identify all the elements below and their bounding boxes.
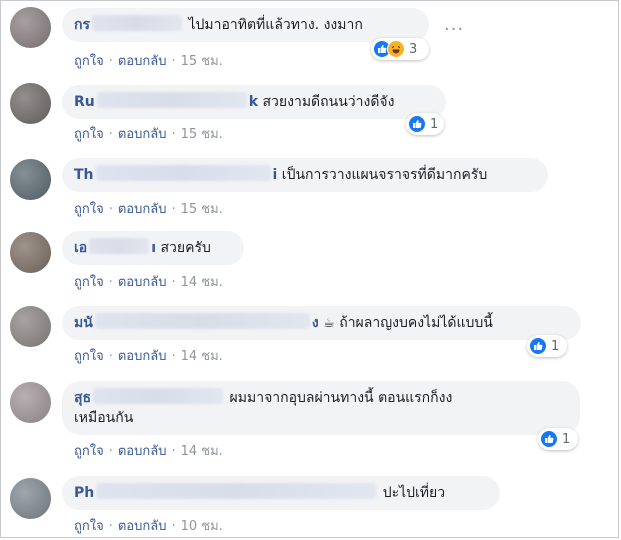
comment-text-line-2: เหมือนกัน — [74, 410, 134, 426]
redacted-name — [93, 388, 224, 404]
like-button[interactable]: ถูกใจ — [74, 127, 104, 142]
thumbs-up-icon — [529, 337, 547, 355]
avatar[interactable] — [10, 83, 51, 124]
redacted-name — [94, 313, 310, 329]
redacted-name — [96, 92, 247, 108]
reply-button[interactable]: ตอบกลับ — [118, 349, 167, 364]
comment-text: ไปมาอาทิตที่แล้วทาง. งงมาก — [188, 17, 363, 33]
timestamp[interactable]: 10 ชม. — [181, 519, 223, 534]
timestamp[interactable]: 15 ชม. — [181, 54, 223, 69]
comment-bubble: Ru k สวยงามดีถนนว่างดีจัง — [62, 85, 446, 119]
comment-actions: ถูกใจ · ตอบกลับ · 14 ชม. — [74, 349, 223, 364]
commenter-name[interactable]: มนั — [74, 315, 93, 331]
reaction-count: 3 — [409, 41, 418, 57]
comment-text: ถ้าผลาญงบคงไม่ได้แบบนี้ — [339, 315, 493, 331]
comment-actions: ถูกใจ · ตอบกลับ · 15 ชม. — [74, 54, 223, 69]
reaction-summary[interactable]: 1 — [406, 113, 444, 135]
comment-bubble: กร ไปมาอาทิตที่แล้วทาง. งงมาก — [62, 8, 429, 42]
redacted-name — [95, 165, 271, 181]
reply-button[interactable]: ตอบกลับ — [118, 519, 167, 534]
reply-button[interactable]: ตอบกลับ — [118, 275, 167, 290]
comment-text: สวยครับ — [160, 240, 211, 256]
comment-bubble: Th i เป็นการวางแผนจราจรที่ดีมากครับ — [62, 158, 548, 192]
comment-text-line-1: ผมมาจากอุบลผ่านทางนี้ ตอนแรกก็งง — [229, 390, 453, 406]
comment-text: เป็นการวางแผนจราจรที่ดีมากครับ — [281, 167, 488, 183]
commenter-name[interactable]: กร — [74, 17, 90, 33]
comment-text: ปะไปเที่ยว — [382, 485, 446, 501]
timestamp[interactable]: 14 ชม. — [181, 275, 223, 290]
redacted-name — [89, 238, 150, 254]
like-button[interactable]: ถูกใจ — [74, 519, 104, 534]
avatar[interactable] — [10, 232, 51, 273]
comment-actions: ถูกใจ · ตอบกลับ · 15 ชม. — [74, 202, 223, 217]
thumbs-up-icon — [540, 430, 558, 448]
redacted-name — [96, 483, 377, 499]
commenter-name[interactable]: เอ — [74, 240, 87, 256]
coffee-emoji-icon: ☕ — [323, 316, 335, 331]
commenter-name[interactable]: สุธ — [74, 390, 91, 406]
timestamp[interactable]: 15 ชม. — [181, 127, 223, 142]
comment-actions: ถูกใจ · ตอบกลับ · 14 ชม. — [74, 444, 223, 459]
thumbs-up-icon — [408, 115, 426, 133]
reply-button[interactable]: ตอบกลับ — [118, 444, 167, 459]
comment-actions: ถูกใจ · ตอบกลับ · 10 ชม. — [74, 519, 223, 534]
like-button[interactable]: ถูกใจ — [74, 275, 104, 290]
comments-panel: กร ไปมาอาทิตที่แล้วทาง. งงมาก ··· 3 ถูกใ… — [0, 0, 619, 538]
avatar[interactable] — [10, 382, 51, 423]
avatar[interactable] — [10, 306, 51, 347]
reply-button[interactable]: ตอบกลับ — [118, 54, 167, 69]
timestamp[interactable]: 15 ชม. — [181, 202, 223, 217]
comment-bubble: เอ ı สวยครับ — [62, 231, 244, 265]
commenter-name[interactable]: Th — [74, 167, 94, 183]
like-button[interactable]: ถูกใจ — [74, 444, 104, 459]
laughing-face-icon — [387, 40, 405, 58]
reaction-summary[interactable]: 1 — [527, 335, 567, 357]
comment-actions: ถูกใจ · ตอบกลับ · 15 ชม. — [74, 127, 223, 142]
reaction-summary[interactable]: 1 — [538, 428, 578, 450]
more-options-icon[interactable]: ··· — [444, 19, 464, 40]
redacted-name — [92, 15, 182, 31]
comment-bubble: สุธ ผมมาจากอุบลผ่านทางนี้ ตอนแรกก็งง เหม… — [62, 381, 580, 435]
comment-text: สวยงามดีถนนว่างดีจัง — [262, 94, 395, 110]
reaction-count: 1 — [551, 338, 560, 354]
comment-bubble: Ph ปะไปเที่ยว — [62, 476, 500, 510]
reply-button[interactable]: ตอบกลับ — [118, 127, 167, 142]
reply-button[interactable]: ตอบกลับ — [118, 202, 167, 217]
reaction-count: 1 — [430, 116, 439, 132]
commenter-name[interactable]: Ph — [74, 485, 94, 501]
like-button[interactable]: ถูกใจ — [74, 202, 104, 217]
timestamp[interactable]: 14 ชม. — [181, 444, 223, 459]
reaction-summary[interactable]: 3 — [371, 38, 429, 60]
like-button[interactable]: ถูกใจ — [74, 54, 104, 69]
avatar[interactable] — [10, 7, 51, 48]
comment-actions: ถูกใจ · ตอบกลับ · 14 ชม. — [74, 275, 223, 290]
like-button[interactable]: ถูกใจ — [74, 349, 104, 364]
comment-bubble: มนัง ☕ ถ้าผลาญงบคงไม่ได้แบบนี้ — [62, 306, 581, 340]
reaction-count: 1 — [562, 431, 571, 447]
commenter-name[interactable]: Ru — [74, 94, 95, 110]
timestamp[interactable]: 14 ชม. — [181, 349, 223, 364]
avatar[interactable] — [10, 478, 51, 519]
avatar[interactable] — [10, 159, 51, 200]
